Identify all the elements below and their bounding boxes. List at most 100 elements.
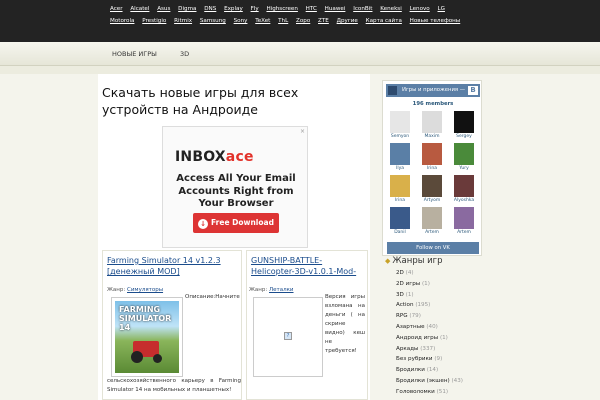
game-title-link[interactable]: GUNSHIP-BATTLE-Helicopter-3D-v1.0.1-Mod- (251, 255, 363, 277)
vk-widget-header[interactable]: Игры и приложения — В (386, 84, 480, 97)
brand-link[interactable]: Huawei (325, 6, 346, 12)
brand-link[interactable]: ThL (278, 18, 288, 24)
brand-link[interactable]: HTC (306, 6, 317, 12)
member-item[interactable]: Yury (454, 143, 474, 173)
member-name: Ilya (396, 166, 404, 171)
genre-link[interactable]: Аркады (337) (396, 346, 500, 357)
member-item[interactable]: Artyom (422, 175, 442, 205)
follow-on-vk-button[interactable]: Follow on VK (387, 242, 479, 254)
member-item[interactable]: Alyoshka (454, 175, 474, 205)
member-avatar (454, 111, 474, 133)
member-item[interactable]: Danil (390, 207, 410, 237)
genre-link[interactable]: Без рубрики (9) (396, 356, 500, 367)
ad-download-button[interactable]: ↓ Free Download (193, 213, 279, 233)
genre-link-label: 2D игры (396, 280, 421, 287)
genre-count: (40) (426, 323, 438, 330)
member-item[interactable]: Irina (390, 175, 410, 205)
genre-count: (337) (420, 345, 436, 352)
game-description: Версия игры взломана на деньги ( на скри… (325, 294, 365, 354)
brand-link[interactable]: Motorola (110, 18, 134, 24)
brand-link[interactable]: IconBit (353, 6, 372, 12)
advertisement-banner[interactable]: × INBOXace Access All Your Email Account… (162, 126, 308, 248)
brand-link[interactable]: Ritmix (174, 18, 192, 24)
brand-link[interactable]: Другие (337, 18, 358, 24)
cover-title: FARMING SIMULATOR 14 (119, 305, 172, 332)
brand-link[interactable]: Zopo (296, 18, 310, 24)
genre-link-label: Головоломки (396, 388, 435, 395)
genre-link[interactable]: Action (195) (396, 302, 500, 313)
genre-link[interactable]: Андроид игры (1) (396, 335, 500, 346)
genre-count: (1) (405, 291, 414, 298)
brand-link[interactable]: Sony (234, 18, 248, 24)
brand-link[interactable]: Explay (224, 6, 243, 12)
genre-label: Жанр: (249, 287, 268, 293)
ad-logo-text: INBOX (175, 149, 226, 165)
game-card: GUNSHIP-BATTLE-Helicopter-3D-v1.0.1-Mod-… (246, 250, 368, 400)
member-name: Artem (457, 230, 471, 235)
genre-link-label: Action (396, 302, 414, 309)
brand-link[interactable]: Asus (157, 6, 170, 12)
member-item[interactable]: Sergey (454, 111, 474, 141)
genre-count: (43) (451, 377, 463, 384)
member-avatar (390, 175, 410, 197)
brand-link[interactable]: LG (438, 6, 445, 12)
genre-link-label: Андроид игры (396, 334, 439, 341)
brand-link[interactable]: Fly (251, 6, 259, 12)
member-item[interactable]: Artem (422, 207, 442, 237)
member-name: Irina (394, 198, 406, 203)
ad-logo-accent: ace (225, 149, 254, 165)
brand-link[interactable]: Новые телефоны (410, 18, 461, 24)
member-item[interactable]: Semyon (390, 111, 410, 141)
genre-count: (51) (436, 388, 449, 395)
brand-link[interactable]: Lenovo (410, 6, 430, 12)
brand-link[interactable]: Alcatel (130, 6, 149, 12)
member-item[interactable]: Maxim (422, 111, 442, 141)
tag-icon: ◆ (385, 257, 391, 265)
brand-link[interactable]: Карта сайта (366, 18, 402, 24)
brand-link[interactable]: Highscreen (266, 6, 297, 12)
member-item[interactable]: Irina (422, 143, 442, 173)
genre-link-label: RPG (396, 313, 408, 320)
ad-close-icon[interactable]: × (300, 128, 305, 135)
brand-link[interactable]: Acer (110, 6, 123, 12)
genre-link[interactable]: 3D (1) (396, 292, 500, 303)
vk-logo-icon: В (468, 86, 478, 95)
download-icon: ↓ (198, 219, 209, 229)
genre-link[interactable]: Азартные (40) (396, 324, 500, 335)
tractor-wheel (153, 354, 162, 363)
genre-link[interactable]: 2D (4) (396, 270, 500, 281)
brand-link[interactable]: ZTE (318, 18, 329, 24)
nav-item-3d[interactable]: 3D (180, 50, 189, 58)
brand-link[interactable]: Keneksi (380, 6, 402, 12)
genre-link-label: 2D (396, 270, 404, 276)
brand-link[interactable]: Samsung (200, 18, 226, 24)
genres-list: 2D (4) 2D игры (1) 3D (1) Action (195) RPG (… (396, 270, 500, 400)
member-avatar (390, 143, 410, 165)
genre-link[interactable]: Бродилки (экшен) (43) (396, 378, 500, 389)
genre-link[interactable]: Леталки (269, 287, 294, 293)
game-thumbnail[interactable]: FARMING SIMULATOR 14 (111, 297, 183, 377)
genre-link-label: Без рубрики (396, 356, 433, 363)
vk-group-name: Игры и приложения — (402, 87, 466, 93)
tractor-wheel (131, 351, 143, 363)
brand-link[interactable]: TeXet (255, 18, 270, 24)
brand-link[interactable]: Prestigio (142, 18, 166, 24)
genre-link-label: Аркады (396, 345, 419, 352)
brand-link[interactable]: DNS (204, 6, 216, 12)
genre-link[interactable]: Головоломки (51) (396, 389, 500, 400)
genre-link[interactable]: RPG (79) (396, 313, 500, 324)
member-item[interactable]: Artem (454, 207, 474, 237)
genre-link-label: Бродилки (396, 367, 425, 374)
game-title-link[interactable]: Farming Simulator 14 v1.2.3 [денежный MO… (107, 255, 241, 277)
member-avatar (422, 143, 442, 165)
genre-link[interactable]: 2D игры (1) (396, 281, 500, 292)
member-item[interactable]: Ilya (390, 143, 410, 173)
nav-item-new-games[interactable]: НОВЫЕ ИГРЫ (112, 50, 157, 58)
game-card: Farming Simulator 14 v1.2.3 [денежный MO… (102, 250, 242, 400)
brand-link[interactable]: Digma (178, 6, 196, 12)
genre-link[interactable]: Бродилки (14) (396, 367, 500, 378)
genre-link[interactable]: Симуляторы (127, 287, 163, 293)
member-name: Artem (425, 230, 439, 235)
genre-count: (9) (434, 356, 443, 363)
game-thumbnail[interactable]: ? (253, 297, 323, 377)
